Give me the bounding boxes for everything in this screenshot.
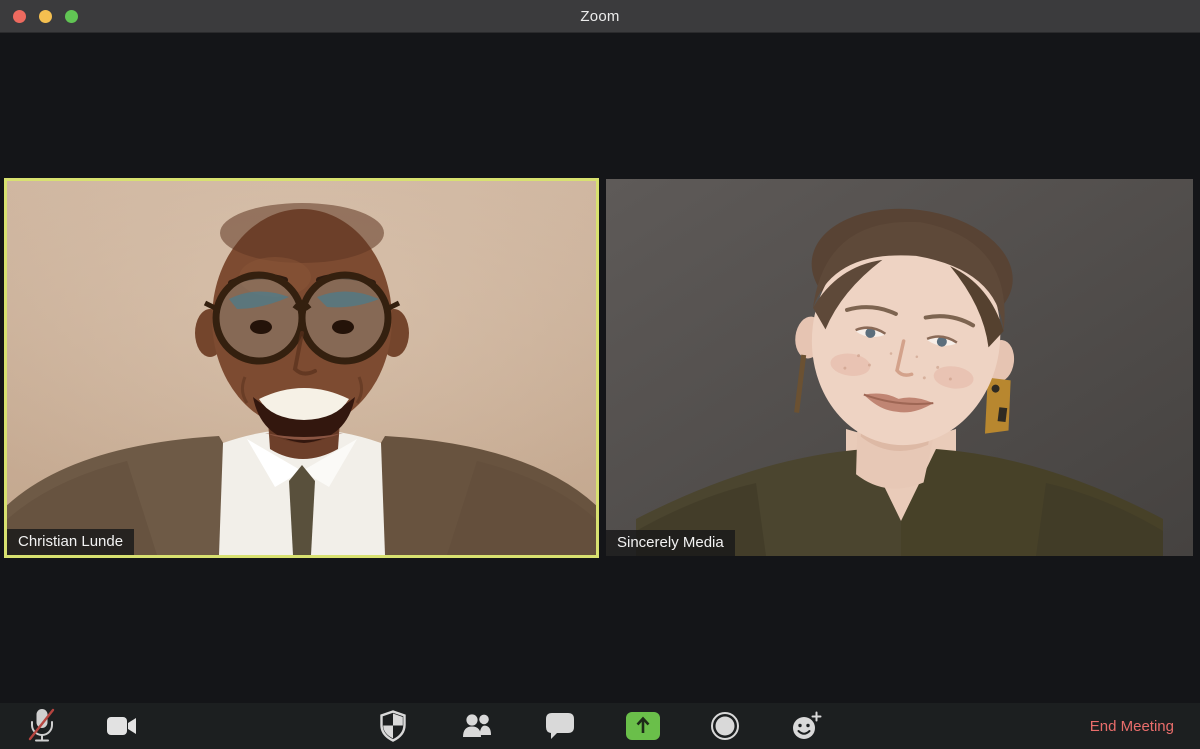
chat-button[interactable] (538, 706, 582, 746)
reactions-button[interactable] (785, 706, 829, 746)
record-button[interactable] (703, 706, 747, 746)
minimize-window-button[interactable] (39, 10, 52, 23)
end-meeting-button[interactable]: End Meeting (1090, 703, 1174, 749)
video-tile-christian-lunde[interactable]: Christian Lunde (4, 178, 599, 558)
fullscreen-window-button[interactable] (65, 10, 78, 23)
participant-video-woman-portrait (606, 179, 1193, 556)
chat-bubble-icon (546, 713, 574, 740)
window-titlebar: Zoom (0, 0, 1200, 33)
security-button[interactable] (371, 706, 415, 746)
video-camera-icon (107, 715, 137, 737)
video-button[interactable] (100, 706, 144, 746)
smiley-plus-icon (791, 711, 823, 741)
close-window-button[interactable] (13, 10, 26, 23)
participants-icon (462, 713, 492, 739)
window-controls (13, 10, 78, 23)
shield-icon (379, 710, 407, 742)
participant-video-man-portrait (7, 181, 596, 555)
window-title: Zoom (580, 8, 619, 25)
participant-name-label: Christian Lunde (7, 529, 134, 555)
participants-button[interactable] (455, 706, 499, 746)
zoom-app-window: Zoom (0, 0, 1200, 749)
mic-muted-icon (27, 707, 57, 745)
share-screen-up-arrow-icon (625, 711, 661, 741)
video-tile-sincerely-media[interactable]: Sincerely Media (606, 179, 1193, 556)
participant-name-label: Sincerely Media (606, 530, 735, 556)
mute-button[interactable] (20, 706, 64, 746)
meeting-controls-toolbar: End Meeting (0, 703, 1200, 749)
record-circle-icon (710, 711, 740, 741)
share-screen-button[interactable] (621, 706, 665, 746)
